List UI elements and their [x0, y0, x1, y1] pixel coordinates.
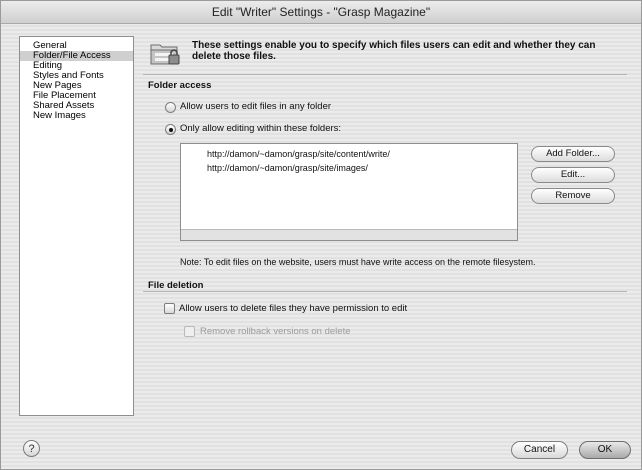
allowed-folders-list[interactable]: http://damon/~damon/grasp/site/content/w…: [180, 143, 518, 241]
write-access-note: Note: To edit files on the website, user…: [180, 257, 536, 267]
header-divider: [143, 74, 627, 75]
help-button[interactable]: ?: [23, 440, 40, 457]
add-folder-button[interactable]: Add Folder...: [531, 146, 615, 162]
remove-folder-button[interactable]: Remove: [531, 188, 615, 204]
horizontal-scrollbar[interactable]: [181, 229, 517, 240]
dialog-content: General Folder/File Access Editing Styles a…: [1, 24, 641, 469]
cancel-button[interactable]: Cancel: [511, 441, 568, 459]
allow-delete-checkbox[interactable]: [164, 303, 175, 314]
remove-rollback-checkbox[interactable]: [184, 326, 195, 337]
folder-list-item[interactable]: http://damon/~damon/grasp/site/content/w…: [207, 149, 390, 159]
category-list: General Folder/File Access Editing Styles a…: [19, 36, 134, 416]
edit-within-folders-radio[interactable]: [165, 124, 176, 135]
folder-access-label: Folder access: [148, 80, 212, 91]
section-divider: [143, 291, 627, 292]
settings-dialog: Edit "Writer" Settings - "Grasp Magazine…: [0, 0, 642, 470]
sidebar-item-new-images[interactable]: New Images: [20, 111, 133, 121]
folder-list-item[interactable]: http://damon/~damon/grasp/site/images/: [207, 163, 368, 173]
edit-any-folder-radio[interactable]: [165, 102, 176, 113]
settings-description: These settings enable you to specify whi…: [192, 40, 596, 62]
file-deletion-label: File deletion: [148, 280, 204, 291]
folder-lock-icon: [148, 38, 182, 68]
allow-delete-label[interactable]: Allow users to delete files they have pe…: [179, 303, 407, 314]
edit-folder-button[interactable]: Edit...: [531, 167, 615, 183]
title-bar[interactable]: Edit "Writer" Settings - "Grasp Magazine…: [1, 1, 641, 24]
window-title: Edit "Writer" Settings - "Grasp Magazine…: [211, 5, 431, 19]
remove-rollback-label[interactable]: Remove rollback versions on delete: [200, 326, 351, 337]
edit-within-folders-label[interactable]: Only allow editing within these folders:: [180, 123, 341, 134]
ok-button[interactable]: OK: [579, 441, 631, 459]
edit-any-folder-label[interactable]: Allow users to edit files in any folder: [180, 101, 331, 112]
